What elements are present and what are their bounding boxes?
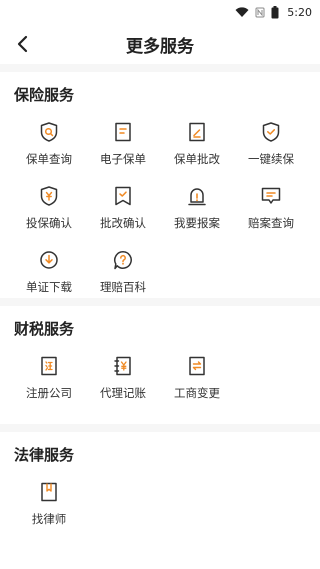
document-icon xyxy=(111,120,135,144)
question-bubble-icon xyxy=(111,248,135,272)
cloud-download-icon xyxy=(37,248,61,272)
service-amendment-confirmation[interactable]: 批改确认 xyxy=(86,178,160,242)
shield-search-icon xyxy=(37,120,61,144)
service-label: 保单查询 xyxy=(26,152,72,166)
chat-document-icon xyxy=(259,184,283,208)
section-title: 保险服务 xyxy=(14,86,75,104)
service-document-download[interactable]: 单证下载 xyxy=(12,242,86,306)
service-report-claim[interactable]: 我要报案 xyxy=(160,178,234,242)
lawyer-book-icon xyxy=(37,480,61,504)
nfc-icon xyxy=(255,7,265,17)
service-claims-encyclopedia[interactable]: 理赔百科 xyxy=(86,242,160,306)
service-register-company[interactable]: 注册公司 xyxy=(12,348,86,412)
service-policy-amendment[interactable]: 保单批改 xyxy=(160,114,234,178)
change-document-icon xyxy=(185,354,209,378)
battery-icon xyxy=(271,5,279,18)
service-label: 我要报案 xyxy=(174,216,220,230)
register-company-icon xyxy=(37,354,61,378)
edit-document-icon xyxy=(185,120,209,144)
service-label: 保单批改 xyxy=(174,152,220,166)
service-label: 代理记账 xyxy=(100,386,146,400)
status-time: 5:20 xyxy=(287,5,312,19)
service-bookkeeping-agency[interactable]: 代理记账 xyxy=(86,348,160,412)
service-grid: 找律师 xyxy=(0,474,320,538)
chevron-left-icon xyxy=(17,35,28,53)
section-finance-tax-services: 财税服务 注册公司 代理记账 工商变更 xyxy=(0,306,320,424)
service-label: 一键续保 xyxy=(248,152,294,166)
shield-check-icon xyxy=(259,120,283,144)
service-insurance-confirmation[interactable]: 投保确认 xyxy=(12,178,86,242)
service-claim-query[interactable]: 赔案查询 xyxy=(234,178,308,242)
service-policy-query[interactable]: 保单查询 xyxy=(12,114,86,178)
header-divider xyxy=(0,64,320,72)
page-title: 更多服务 xyxy=(126,36,194,57)
section-title: 法律服务 xyxy=(14,446,75,464)
shield-yen-icon xyxy=(37,184,61,208)
alarm-bell-icon xyxy=(185,184,209,208)
service-grid: 保单查询 电子保单 保单批改 一键续保 投保确认 批改确认 我要报案 赔案查询 … xyxy=(0,114,320,306)
status-bar: 5:20 xyxy=(0,0,320,24)
service-label: 赔案查询 xyxy=(248,216,294,230)
section-title: 财税服务 xyxy=(14,320,75,338)
service-label: 单证下载 xyxy=(26,280,72,294)
section-legal-services: 法律服务 找律师 xyxy=(0,432,320,569)
back-button[interactable] xyxy=(10,32,34,56)
service-label: 投保确认 xyxy=(26,216,72,230)
bookmark-check-icon xyxy=(111,184,135,208)
service-label: 工商变更 xyxy=(174,386,220,400)
section-insurance-services: 保险服务 保单查询 电子保单 保单批改 一键续保 投保确认 批改确认 我要报案 … xyxy=(0,72,320,298)
header: 更多服务 xyxy=(0,24,320,64)
wifi-icon xyxy=(235,6,249,17)
service-one-click-renewal[interactable]: 一键续保 xyxy=(234,114,308,178)
service-grid: 注册公司 代理记账 工商变更 xyxy=(0,348,320,412)
service-electronic-policy[interactable]: 电子保单 xyxy=(86,114,160,178)
service-business-change[interactable]: 工商变更 xyxy=(160,348,234,412)
service-label: 电子保单 xyxy=(100,152,146,166)
service-label: 理赔百科 xyxy=(100,280,146,294)
ledger-yen-icon xyxy=(111,354,135,378)
service-label: 批改确认 xyxy=(100,216,146,230)
service-find-lawyer[interactable]: 找律师 xyxy=(12,474,86,538)
service-label: 注册公司 xyxy=(26,386,72,400)
service-label: 找律师 xyxy=(31,512,67,526)
